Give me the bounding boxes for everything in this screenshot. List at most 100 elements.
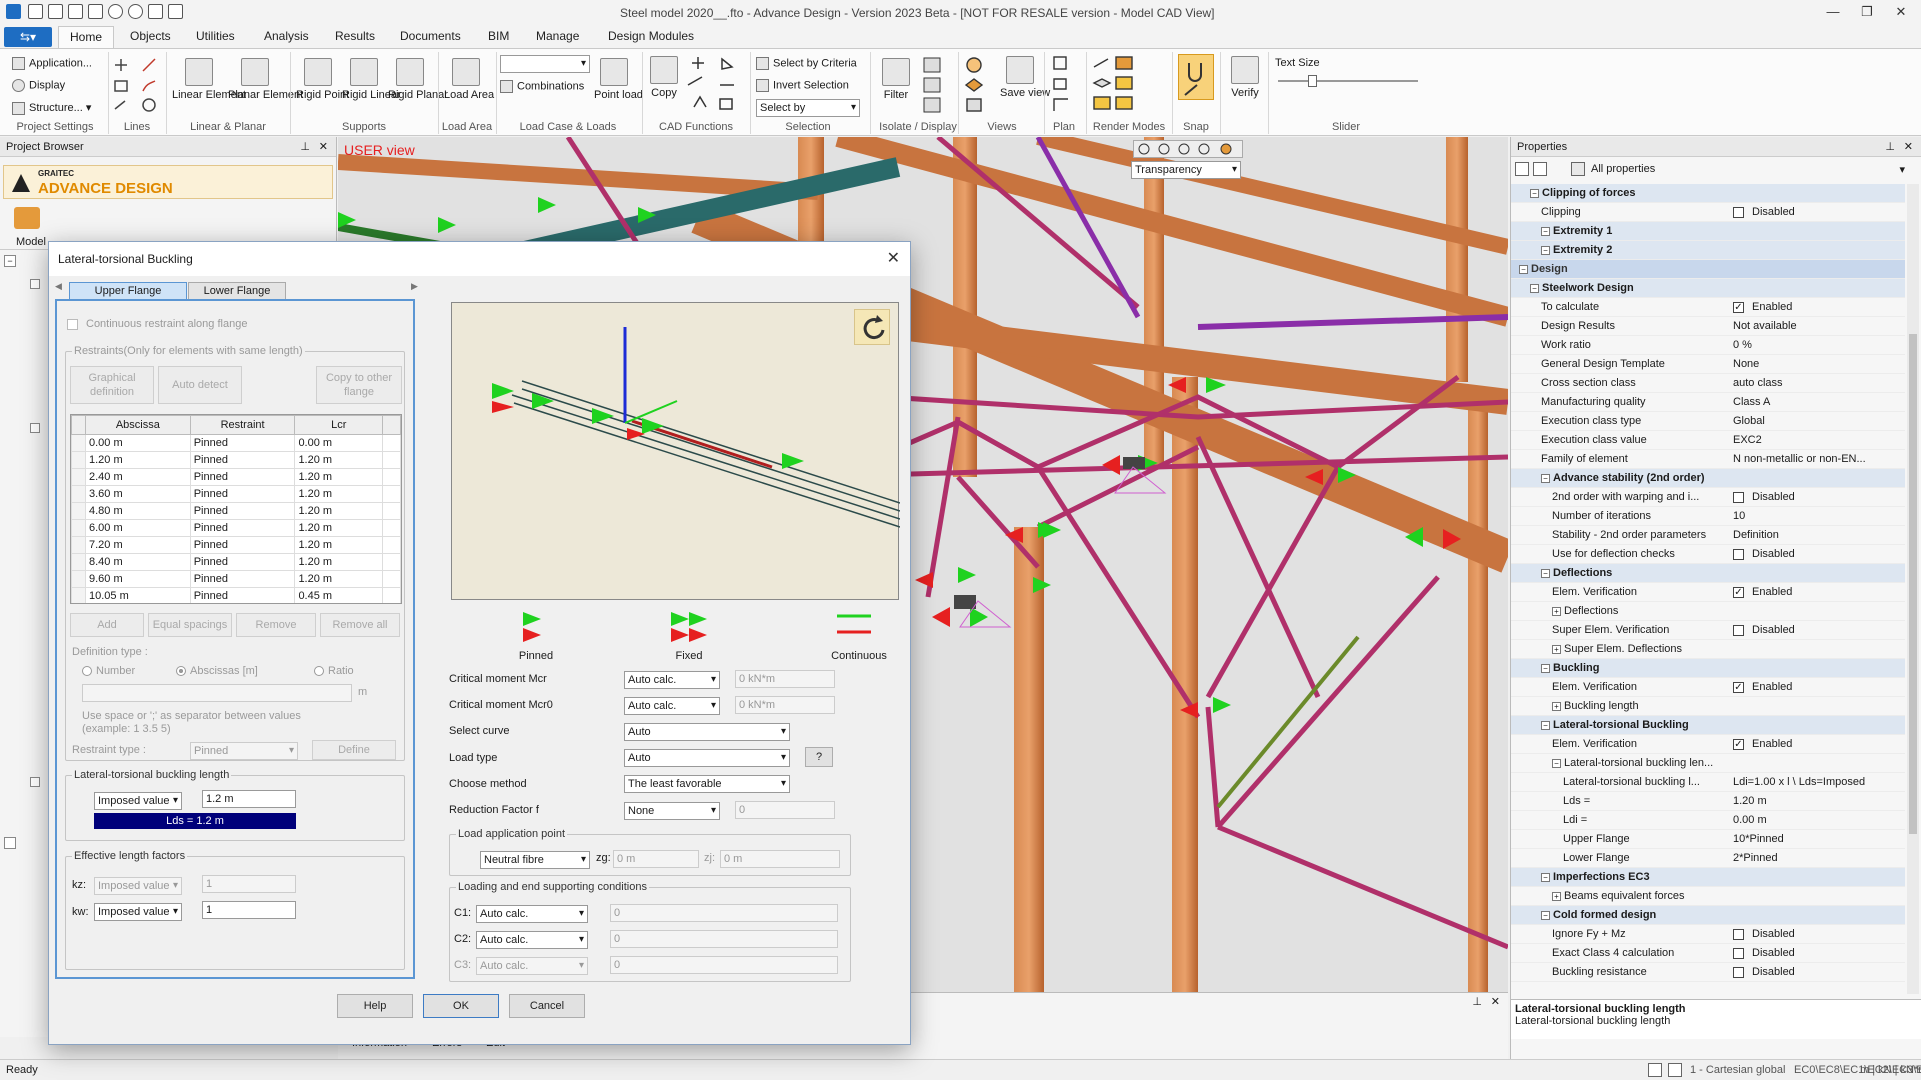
close-window-icon[interactable]: ✕ [1890,4,1912,22]
c3-mode-combo[interactable]: Auto calc. [476,957,588,975]
property-row[interactable]: Elem. Verification ✓ Enabled [1511,583,1905,602]
beam-preview[interactable] [451,302,901,600]
property-row[interactable]: Design Results Not available [1511,317,1905,336]
rigid-linear-button[interactable]: Rigid Linear [342,58,401,102]
tree-expander-icon[interactable]: + [1552,701,1561,711]
undo-icon[interactable] [108,4,123,19]
export-icon[interactable] [168,4,183,19]
tree-expander-icon[interactable]: − [1530,188,1539,198]
tab-manage[interactable]: Manage [536,29,579,43]
isolate-tools[interactable] [920,56,946,116]
property-row[interactable]: − Extremity 2 [1511,241,1905,260]
cell-restraint[interactable]: Pinned [189,502,296,520]
table-row[interactable]: 4.80 m Pinned 1.20 m [71,502,401,520]
property-row[interactable]: − Deflections [1511,564,1905,583]
verify-button[interactable]: Verify [1226,56,1264,100]
structure-button[interactable]: Structure... ▾ [12,101,91,115]
mcr-input[interactable]: 0 kN*m [735,670,835,688]
property-row[interactable]: + Deflections [1511,602,1905,621]
pin-icon[interactable]: ⊥ [1885,137,1895,157]
mcr0-mode-combo[interactable]: Auto calc. [624,697,720,715]
remove-button[interactable]: Remove [236,613,316,637]
select-by-criteria-button[interactable]: Select by Criteria [756,57,857,70]
method-combo[interactable]: The least favorable [624,775,790,793]
cell-lcr[interactable]: 1.20 m [294,519,383,537]
filter-properties-icon[interactable] [1571,162,1585,176]
property-row[interactable]: Super Elem. Verification Disabled [1511,621,1905,640]
property-checkbox[interactable]: ✓ [1733,738,1744,750]
tree-expander-icon[interactable]: − [1541,568,1550,578]
property-row[interactable]: Upper Flange 10*Pinned [1511,830,1905,849]
cell-abscissa[interactable]: 3.60 m [85,485,191,503]
property-row[interactable]: Execution class type Global [1511,412,1905,431]
redo-icon[interactable] [128,4,143,19]
tree-expander[interactable] [4,837,16,849]
save-icon[interactable] [68,4,83,19]
cell-lcr[interactable]: 1.20 m [294,468,383,486]
kz-mode-combo[interactable]: Imposed value [94,877,182,895]
remove-all-button[interactable]: Remove all [320,613,400,637]
table-row[interactable]: 8.40 m Pinned 1.20 m [71,553,401,571]
c2-mode-combo[interactable]: Auto calc. [476,931,588,949]
auto-detect-button[interactable]: Auto detect [158,366,242,404]
tree-expander-icon[interactable]: − [1519,264,1528,274]
brace[interactable] [1216,635,1360,809]
model-tab[interactable]: Model [16,236,46,248]
sort-icon[interactable] [1533,162,1547,176]
property-row[interactable]: Elem. Verification ✓ Enabled [1511,735,1905,754]
tab-utilities[interactable]: Utilities [196,29,235,43]
cell-abscissa[interactable]: 4.80 m [85,502,191,520]
text-size-slider-thumb[interactable] [1308,75,1317,87]
planar-element-button[interactable]: Planar Element [228,58,303,102]
tab-design-modules[interactable]: Design Modules [608,29,694,43]
cell-lcr[interactable]: 1.20 m [294,570,383,588]
property-row[interactable]: + Beams equivalent forces [1511,887,1905,906]
tree-expander-icon[interactable]: + [1552,644,1561,654]
beam[interactable] [338,154,819,200]
cell-abscissa[interactable]: 10.05 m [85,587,191,603]
abscissas-input[interactable] [82,684,352,702]
tree-expander-icon[interactable]: − [1541,720,1550,730]
property-row[interactable]: 2nd order with warping and i... Disabled [1511,488,1905,507]
kw-input[interactable]: 1 [202,901,296,919]
cell-lcr[interactable]: 1.20 m [294,553,383,571]
view-tools[interactable] [962,55,996,117]
cell-restraint[interactable]: Pinned [189,468,296,486]
rafter[interactable] [1036,137,1508,255]
dialog-close-icon[interactable]: ✕ [887,242,900,276]
restore-icon[interactable]: ❐ [1856,4,1878,22]
tree-expander[interactable] [30,279,40,289]
tab-home[interactable]: Home [58,26,114,49]
select-by-combo[interactable]: Select by [756,99,860,117]
property-row[interactable]: Lds = 1.20 m [1511,792,1905,811]
cell-lcr[interactable]: 0.00 m [294,434,383,452]
cell-abscissa[interactable]: 7.20 m [85,536,191,554]
point-load-button[interactable]: Point load [594,58,643,102]
property-filter[interactable]: All properties ▾ [1591,163,1911,176]
rigid-planar-button[interactable]: Rigid Planar [388,58,448,102]
mcr-mode-combo[interactable]: Auto calc. [624,671,720,689]
column[interactable] [1446,137,1468,382]
property-checkbox[interactable] [1733,624,1744,636]
property-checkbox[interactable]: ✓ [1733,301,1744,313]
application-button[interactable]: Application... [12,57,92,70]
cell-abscissa[interactable]: 0.00 m [85,434,191,452]
tree-expander[interactable] [30,423,40,433]
cell-abscissa[interactable]: 9.60 m [85,570,191,588]
zj-input[interactable]: 0 m [720,850,840,868]
table-row[interactable]: 10.05 m Pinned 0.45 m [71,587,401,603]
zoom-toolbar[interactable] [1133,140,1243,158]
property-checkbox[interactable] [1733,966,1744,978]
property-row[interactable]: Ldi = 0.00 m [1511,811,1905,830]
load-type-combo[interactable]: Auto [624,749,790,767]
categorized-icon[interactable] [1515,162,1529,176]
property-row[interactable]: Use for deflection checks Disabled [1511,545,1905,564]
lines-tools[interactable] [113,55,161,117]
c3-input[interactable]: 0 [610,956,838,974]
tree-expander-icon[interactable]: + [1552,891,1561,901]
new-icon[interactable] [28,4,43,19]
file-menu-button[interactable]: ⇆▾ [4,27,52,47]
tree-expander-icon[interactable]: − [1541,226,1550,236]
status-icon[interactable] [1648,1063,1662,1077]
property-row[interactable]: − Extremity 1 [1511,222,1905,241]
